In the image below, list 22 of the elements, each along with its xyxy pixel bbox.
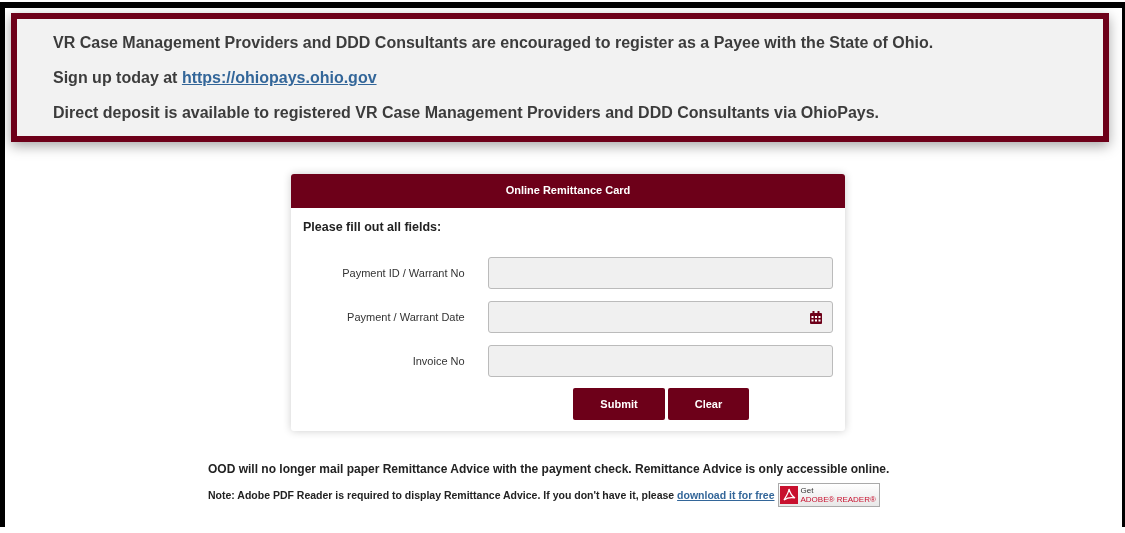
badge-text: Get [800,486,815,495]
field-label: Invoice No [411,355,465,367]
ohiopays-link[interactable]: https://ohiopays.ohio.gov [181,69,377,86]
date-field[interactable] [487,301,833,333]
banner-text: Sign up today at https://ohiopays.ohio.gov [53,68,378,88]
banner-text: VR Case Management Providers and DDD Consultants are encouraged to register as a Payee with the State of Ohio. [53,33,935,53]
field-label: Payment ID / Warrant No [341,267,465,279]
download-link[interactable]: download it for free [677,489,775,501]
get-reader-badge[interactable]: Get ADOBE® READER® [777,483,880,507]
banner-text: Direct deposit is available to registered VR Case Management Providers and DDD Consultants via OhioPays. [53,103,881,123]
pdf-logo-icon [779,486,798,504]
text-field[interactable] [487,345,833,377]
notice-text: OOD will no longer mail paper Remittance Advice with the payment check. Remittance Advice is only accessible online. [208,462,891,476]
instruction-text: Please fill out all fields: [303,220,443,234]
submit-button[interactable]: Submit [573,388,665,420]
text-field[interactable] [487,257,833,289]
badge-text: ADOBE® READER® [800,495,876,504]
note-text: Note: Adobe PDF Reader is required to display Remittance Advice. If you don't have it, please download it for free [208,489,775,501]
clear-button[interactable]: Clear [668,388,749,420]
calendar-icon [810,310,822,324]
card-header: Online Remittance Card [291,174,845,208]
field-label: Payment / Warrant Date [346,311,465,323]
